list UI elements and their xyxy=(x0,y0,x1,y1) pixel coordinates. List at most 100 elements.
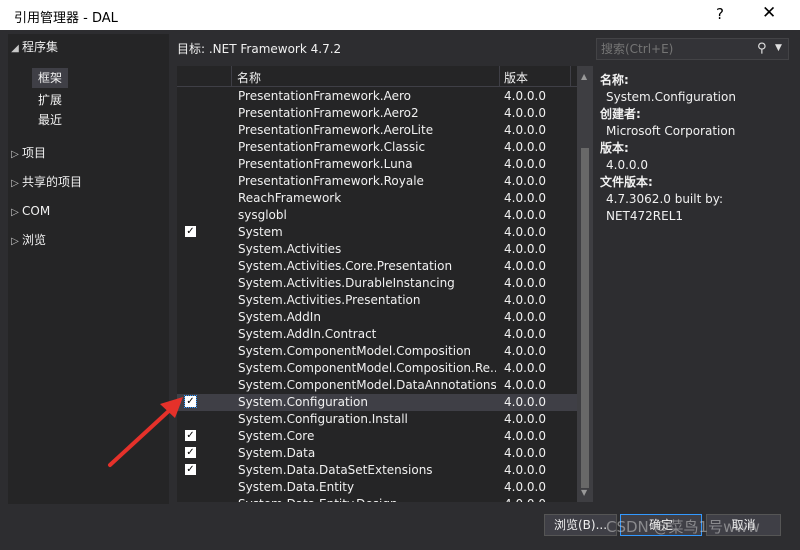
row-checkbox[interactable]: ✓ xyxy=(185,447,196,458)
sidebar-item-label: 项目 xyxy=(22,146,47,160)
row-checkbox[interactable] xyxy=(185,311,196,322)
sidebar-item-projects[interactable]: ▷ 项目 xyxy=(8,142,46,164)
column-divider[interactable] xyxy=(231,66,232,86)
table-row[interactable]: System.Configuration.Install 4.0.0.0 xyxy=(177,411,577,428)
row-checkbox[interactable]: ✓ xyxy=(185,464,196,475)
row-checkbox[interactable] xyxy=(185,209,196,220)
table-row[interactable]: System.ComponentModel.DataAnnotations 4.0… xyxy=(177,377,577,394)
row-checkbox[interactable] xyxy=(185,294,196,305)
table-row[interactable]: ✓ System.Data 4.0.0.0 xyxy=(177,445,577,462)
row-name: System.Data.Entity.Design xyxy=(238,497,496,502)
row-checkbox[interactable] xyxy=(185,328,196,339)
table-row[interactable]: System.Data.Entity.Design 4.0.0.0 xyxy=(177,496,577,502)
table-row[interactable]: System.ComponentModel.Composition 4.0.0.0 xyxy=(177,343,577,360)
row-version: 4.0.0.0 xyxy=(504,429,546,443)
search-icon[interactable]: ⚲ xyxy=(757,41,767,56)
table-row[interactable]: System.Activities.DurableInstancing 4.0.0… xyxy=(177,275,577,292)
row-checkbox[interactable]: ✓ xyxy=(185,430,196,441)
row-checkbox[interactable] xyxy=(185,277,196,288)
help-button[interactable]: ? xyxy=(716,5,724,23)
close-button[interactable]: ✕ xyxy=(762,3,776,23)
row-checkbox[interactable] xyxy=(185,243,196,254)
table-row[interactable]: ✓ System.Configuration 4.0.0.0 xyxy=(177,394,577,411)
chevron-down-icon[interactable]: ▼ xyxy=(775,43,782,53)
table-row[interactable]: ✓ System 4.0.0.0 xyxy=(177,224,577,241)
assembly-list[interactable]: 名称 版本 PresentationFramework.Aero 4.0.0.0 P… xyxy=(177,66,577,502)
row-name: PresentationFramework.Royale xyxy=(238,174,424,188)
row-version: 4.0.0.0 xyxy=(504,208,546,222)
sidebar-item-label: 共享的项目 xyxy=(22,175,83,189)
row-checkbox[interactable] xyxy=(185,90,196,101)
table-row[interactable]: PresentationFramework.Royale 4.0.0.0 xyxy=(177,173,577,190)
row-version: 4.0.0.0 xyxy=(504,497,546,502)
scrollbar-thumb[interactable] xyxy=(581,148,589,488)
table-row[interactable]: PresentationFramework.Luna 4.0.0.0 xyxy=(177,156,577,173)
table-row[interactable]: ReachFramework 4.0.0.0 xyxy=(177,190,577,207)
row-name: System.ComponentModel.DataAnnotations xyxy=(238,378,496,392)
detail-version-label: 版本: xyxy=(600,141,629,155)
row-version: 4.0.0.0 xyxy=(504,259,546,273)
row-name: System.Core xyxy=(238,429,315,443)
row-name: System.Activities.Core.Presentation xyxy=(238,259,453,273)
row-checkbox[interactable] xyxy=(185,260,196,271)
column-header-name[interactable]: 名称 xyxy=(237,69,261,86)
table-row[interactable]: System.Activities.Presentation 4.0.0.0 xyxy=(177,292,577,309)
table-row[interactable]: System.Activities 4.0.0.0 xyxy=(177,241,577,258)
table-row[interactable]: ✓ System.Data.DataSetExtensions 4.0.0.0 xyxy=(177,462,577,479)
sidebar-item-browse[interactable]: ▷ 浏览 xyxy=(8,229,46,251)
search-box[interactable]: ⚲ ▼ xyxy=(596,38,789,60)
row-version: 4.0.0.0 xyxy=(504,123,546,137)
table-row[interactable]: ✓ System.Core 4.0.0.0 xyxy=(177,428,577,445)
column-header-version[interactable]: 版本 xyxy=(504,69,528,86)
scroll-up-icon[interactable]: ▲ xyxy=(581,72,587,81)
row-checkbox[interactable] xyxy=(185,362,196,373)
table-row[interactable]: System.AddIn 4.0.0.0 xyxy=(177,309,577,326)
row-checkbox[interactable] xyxy=(185,498,196,502)
table-row[interactable]: System.ComponentModel.Composition.Re... 4… xyxy=(177,360,577,377)
detail-creator-value: Microsoft Corporation xyxy=(606,124,736,138)
row-checkbox[interactable]: ✓ xyxy=(185,226,196,237)
row-checkbox[interactable] xyxy=(185,345,196,356)
table-row[interactable]: PresentationFramework.Aero2 4.0.0.0 xyxy=(177,105,577,122)
sidebar-item-extensions[interactable]: 扩展 xyxy=(38,90,62,110)
target-framework-label: 目标: .NET Framework 4.7.2 xyxy=(177,42,342,56)
table-row[interactable]: System.Data.Entity 4.0.0.0 xyxy=(177,479,577,496)
column-divider[interactable] xyxy=(570,66,571,86)
detail-file-version-label: 文件版本: xyxy=(600,175,653,189)
sidebar-item-recent[interactable]: 最近 xyxy=(38,110,62,130)
cancel-button[interactable]: 取消 xyxy=(706,514,781,536)
browse-button[interactable]: 浏览(B)... xyxy=(544,514,617,536)
list-scrollbar[interactable]: ▲ ▼ xyxy=(577,66,593,502)
row-checkbox[interactable] xyxy=(185,175,196,186)
row-checkbox[interactable] xyxy=(185,107,196,118)
row-checkbox[interactable] xyxy=(185,481,196,492)
collapsed-triangle-icon: ▷ xyxy=(11,207,19,218)
column-divider[interactable] xyxy=(499,66,500,86)
row-checkbox[interactable] xyxy=(185,413,196,424)
ok-button[interactable]: 确定 xyxy=(620,514,702,536)
scroll-down-icon[interactable]: ▼ xyxy=(581,488,587,497)
sidebar-item-shared-projects[interactable]: ▷ 共享的项目 xyxy=(8,171,82,193)
table-row[interactable]: PresentationFramework.Classic 4.0.0.0 xyxy=(177,139,577,156)
table-row[interactable]: PresentationFramework.AeroLite 4.0.0.0 xyxy=(177,122,577,139)
row-checkbox[interactable] xyxy=(185,158,196,169)
row-checkbox[interactable]: ✓ xyxy=(184,395,197,408)
row-checkbox[interactable] xyxy=(185,192,196,203)
table-row[interactable]: System.AddIn.Contract 4.0.0.0 xyxy=(177,326,577,343)
row-checkbox[interactable] xyxy=(185,379,196,390)
table-row[interactable]: PresentationFramework.Aero 4.0.0.0 xyxy=(177,88,577,105)
row-version: 4.0.0.0 xyxy=(504,446,546,460)
table-row[interactable]: System.Activities.Core.Presentation 4.0.0… xyxy=(177,258,577,275)
table-row[interactable]: sysglobl 4.0.0.0 xyxy=(177,207,577,224)
reference-manager-dialog: 引用管理器 - DAL ? ✕ ◢ 程序集 框架 扩展 最近 ▷ 项目 ▷ 共享的项目… xyxy=(0,0,800,550)
sidebar-item-assemblies[interactable]: ◢ 程序集 xyxy=(8,36,58,58)
sidebar-item-com[interactable]: ▷ COM xyxy=(8,200,50,222)
row-name: System.ComponentModel.Composition xyxy=(238,344,472,358)
row-checkbox[interactable] xyxy=(185,124,196,135)
search-input[interactable] xyxy=(601,41,751,57)
title-bar: 引用管理器 - DAL ? ✕ xyxy=(0,0,800,30)
row-name: System.Configuration.Install xyxy=(238,412,408,426)
sidebar-item-framework[interactable]: 框架 xyxy=(32,68,69,88)
row-checkbox[interactable] xyxy=(185,141,196,152)
row-name: sysglobl xyxy=(238,208,287,222)
